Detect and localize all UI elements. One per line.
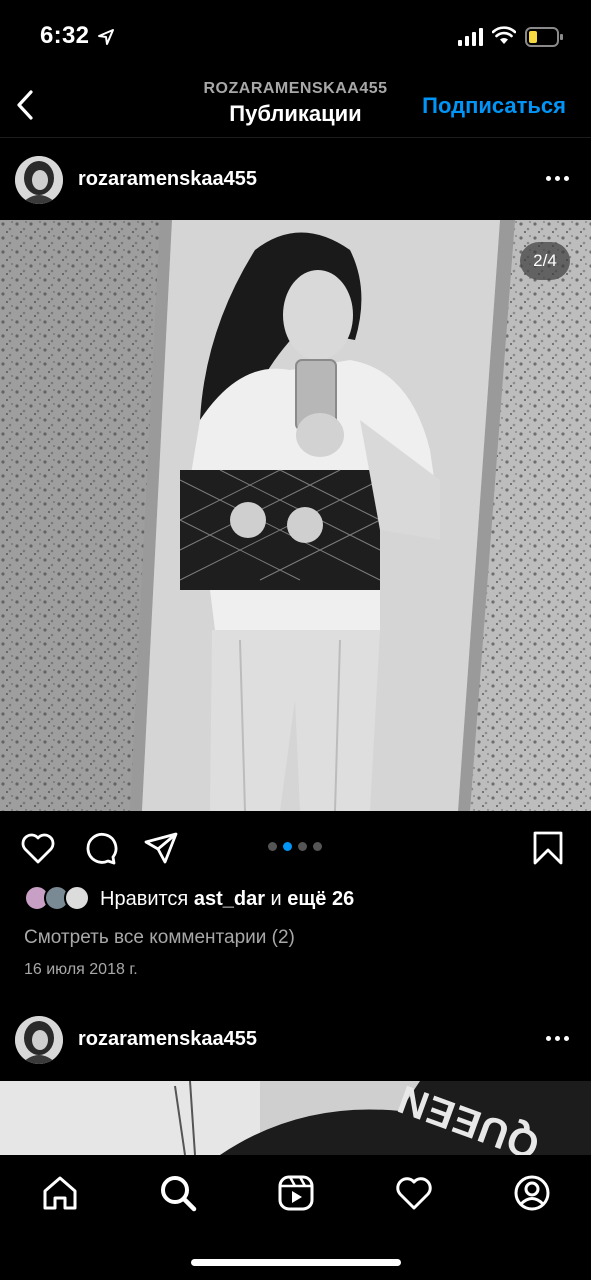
post-header: rozaramenskaa455 (0, 140, 591, 220)
follow-button[interactable]: Подписаться (422, 93, 566, 119)
dot (564, 176, 569, 181)
avatar[interactable] (15, 1016, 63, 1064)
bookmark-icon[interactable] (530, 830, 566, 866)
post-header: rozaramenskaa455 (0, 1000, 591, 1080)
post-date: 16 июля 2018 г. (24, 961, 138, 978)
comment-icon[interactable] (82, 830, 118, 866)
likes-and: и (270, 887, 282, 910)
dot (546, 1036, 551, 1041)
carousel-dot (268, 842, 277, 851)
likes-prefix: Нравится (100, 887, 189, 910)
share-send-icon[interactable] (143, 830, 179, 866)
view-all-comments-link[interactable]: Смотреть все комментарии (2) (24, 927, 295, 949)
status-bar: 6:32 (0, 0, 591, 72)
reels-icon[interactable] (276, 1173, 316, 1213)
avatar-image (15, 156, 63, 204)
search-icon[interactable] (158, 1173, 198, 1213)
post-username[interactable]: rozaramenskaa455 (78, 1028, 257, 1051)
avatar-image (15, 1016, 63, 1064)
liker-avatars (24, 885, 94, 913)
like-heart-icon[interactable] (20, 830, 56, 866)
top-header: ROZARAMENSKAA455 Публикации Подписаться (0, 72, 591, 138)
battery-icon (525, 27, 563, 47)
post-photo[interactable]: QUEEN (0, 1081, 591, 1155)
liker-avatar (64, 885, 90, 911)
carousel-dots (268, 842, 322, 851)
post-username[interactable]: rozaramenskaa455 (78, 168, 257, 191)
dot (555, 176, 560, 181)
carousel-dot-active (283, 842, 292, 851)
post-actions (0, 818, 591, 878)
likes-rest[interactable]: ещё 26 (287, 888, 354, 910)
avatar[interactable] (15, 156, 63, 204)
location-arrow-icon (98, 29, 114, 45)
more-options-button[interactable] (546, 1036, 569, 1041)
home-icon[interactable] (40, 1173, 80, 1213)
dot (564, 1036, 569, 1041)
likes-row[interactable]: Нравится ast_dar и ещё 26 (24, 884, 354, 914)
heart-icon[interactable] (394, 1173, 434, 1213)
carousel-dot (313, 842, 322, 851)
home-indicator (191, 1259, 401, 1266)
wifi-icon (492, 26, 516, 44)
more-options-button[interactable] (546, 176, 569, 181)
carousel-dot (298, 842, 307, 851)
post-photo[interactable]: 2/4 (0, 220, 591, 811)
dot (555, 1036, 560, 1041)
page-indicator-badge: 2/4 (520, 242, 570, 280)
mirror-selfie-image (0, 220, 591, 811)
likes-text: Нравится ast_dar и ещё 26 (100, 888, 354, 911)
cellular-signal-icon (458, 28, 483, 46)
likes-user[interactable]: ast_dar (194, 888, 265, 910)
profile-icon[interactable] (512, 1173, 552, 1213)
dot (546, 176, 551, 181)
status-time: 6:32 (40, 22, 90, 49)
